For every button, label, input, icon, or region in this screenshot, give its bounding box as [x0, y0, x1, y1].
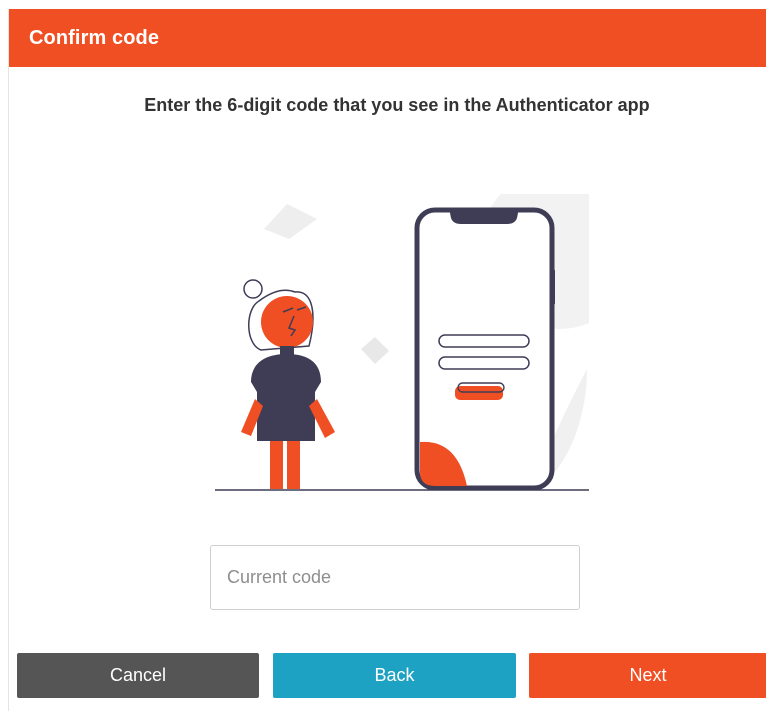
phone-icon	[414, 207, 555, 491]
dialog-title: Confirm code	[29, 26, 160, 49]
person-icon	[241, 279, 335, 489]
instructions-text: Enter the 6-digit code that you see in t…	[144, 95, 650, 115]
current-code-input[interactable]	[210, 545, 580, 610]
cancel-button[interactable]: Cancel	[17, 653, 259, 698]
decorative-shape-icon	[264, 204, 317, 239]
dialog-header: Confirm code	[9, 9, 766, 67]
back-button[interactable]: Back	[273, 653, 516, 698]
page: Confirm code Enter the 6-digit code that…	[0, 0, 766, 711]
next-button[interactable]: Next	[529, 653, 766, 698]
decorative-diamond-icon	[361, 337, 389, 364]
confirm-code-dialog: Confirm code Enter the 6-digit code that…	[8, 9, 766, 711]
person-with-phone-illustration	[215, 194, 589, 491]
